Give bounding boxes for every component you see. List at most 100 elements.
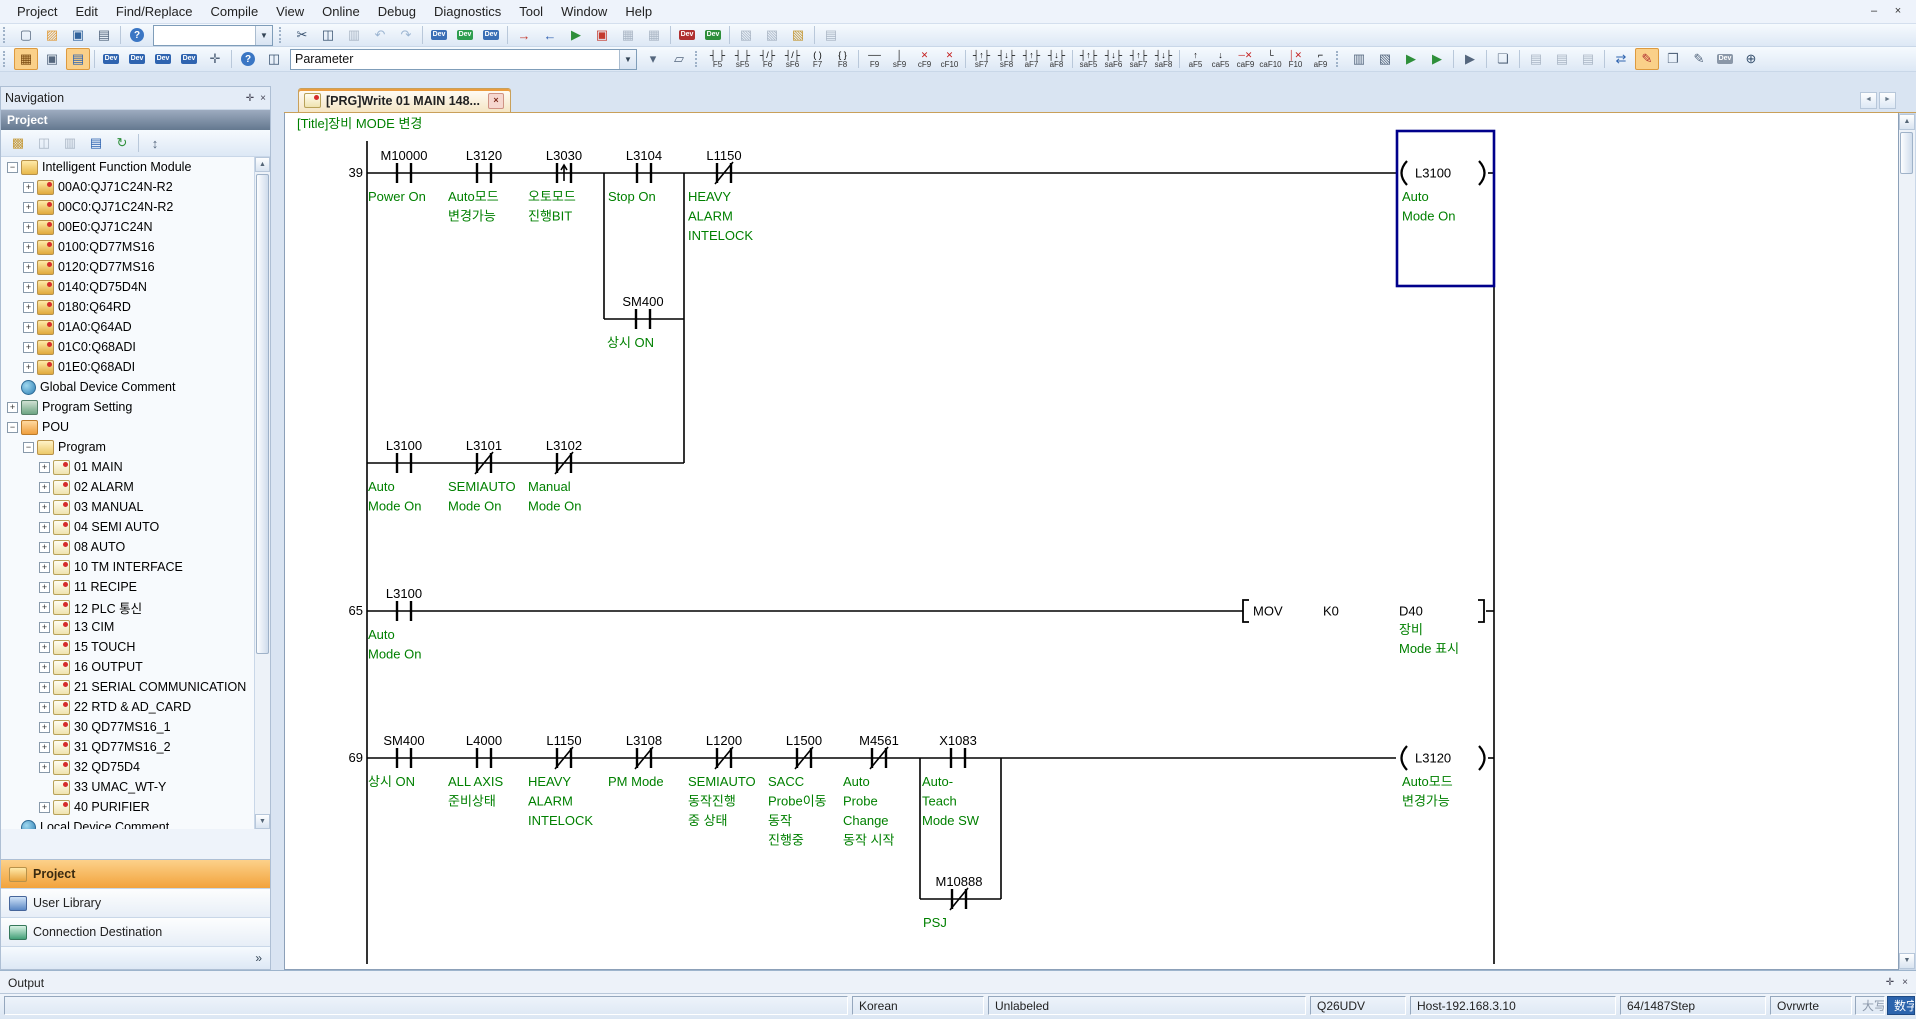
- new-project-icon[interactable]: ▢: [14, 24, 38, 46]
- menu-diagnostics[interactable]: Diagnostics: [425, 1, 510, 22]
- scroll-up-icon[interactable]: ▲: [255, 157, 270, 172]
- expand-icon[interactable]: +: [23, 342, 34, 353]
- ladder-canvas[interactable]: [Title]장비 MODE 변경396569M10000Power OnL31…: [284, 113, 1899, 970]
- open-project-icon[interactable]: ▨: [40, 24, 64, 46]
- cross-reference-icon[interactable]: ✛: [203, 48, 227, 70]
- expand-icon[interactable]: +: [39, 762, 50, 773]
- expand-icon[interactable]: +: [39, 742, 50, 753]
- doc-gen1-icon[interactable]: ▤: [1524, 48, 1548, 70]
- menu-project[interactable]: Project: [8, 1, 66, 22]
- ladder-symbol-F6-button[interactable]: ┤/├F6: [755, 47, 780, 72]
- quick-access-combobox[interactable]: ▼: [153, 25, 273, 46]
- read-from-plc-icon[interactable]: ←: [538, 24, 562, 46]
- tree-item-01-main[interactable]: +01 MAIN: [1, 457, 270, 477]
- menu-find-replace[interactable]: Find/Replace: [107, 1, 202, 22]
- ladder-symbol-sF7-button[interactable]: ┤↑├sF7: [969, 47, 994, 72]
- pin-icon[interactable]: ✛: [1886, 977, 1894, 988]
- tree-item-21-serial-communication[interactable]: +21 SERIAL COMMUNICATION: [1, 677, 270, 697]
- tree-item-22-rtd-ad-card[interactable]: +22 RTD & AD_CARD: [1, 697, 270, 717]
- tree-scrollbar[interactable]: ▲ ▼: [254, 157, 270, 829]
- monitor-start-icon[interactable]: ▶: [564, 24, 588, 46]
- cut-icon[interactable]: ✂: [290, 24, 314, 46]
- tree-item-01e0-q68adi[interactable]: +01E0:Q68ADI: [1, 357, 270, 377]
- help-icon[interactable]: ?: [125, 24, 149, 46]
- device-monitor-icon[interactable]: Dev: [453, 24, 477, 46]
- expand-icon[interactable]: +: [39, 722, 50, 733]
- tree-item-31-qd77ms16-2[interactable]: +31 QD77MS16_2: [1, 737, 270, 757]
- device-test2-icon[interactable]: Dev: [151, 48, 175, 70]
- tree-item-global-device-comment[interactable]: Global Device Comment: [1, 377, 270, 397]
- refresh-icon[interactable]: ↻: [110, 132, 134, 154]
- ladder-symbol-F7-button[interactable]: ( )F7: [805, 47, 830, 72]
- find-icon[interactable]: ◫: [262, 48, 286, 70]
- close-window-icon[interactable]: ×: [1888, 4, 1908, 20]
- tree-item-12-plc-통신[interactable]: +12 PLC 통신: [1, 597, 270, 617]
- copy-ladder-icon[interactable]: ❐: [1661, 48, 1685, 70]
- doc-gen2-icon[interactable]: ▤: [1550, 48, 1574, 70]
- copy-icon[interactable]: ◫: [316, 24, 340, 46]
- scroll-up-icon[interactable]: ▲: [1899, 114, 1915, 130]
- chevron-down-icon[interactable]: ▼: [255, 26, 272, 45]
- collapse-icon[interactable]: −: [23, 442, 34, 453]
- monitor-stop-icon[interactable]: ▣: [590, 24, 614, 46]
- doc-gen3-icon[interactable]: ▤: [1576, 48, 1600, 70]
- expand-icon[interactable]: +: [39, 502, 50, 513]
- tree-item-13-cim[interactable]: +13 CIM: [1, 617, 270, 637]
- save-project-icon[interactable]: ▣: [66, 24, 90, 46]
- tree-item-00a0-qj71c24n-r2[interactable]: +00A0:QJ71C24N-R2: [1, 177, 270, 197]
- element-selection-icon[interactable]: ▣: [40, 48, 64, 70]
- tab-close-icon[interactable]: ×: [488, 93, 504, 109]
- ladder-symbol-F10-button[interactable]: │✕F10: [1283, 47, 1308, 72]
- ladder-symbol-saF7-button[interactable]: ┤↑├saF7: [1126, 47, 1151, 72]
- balloon-comment-icon[interactable]: ❏: [1491, 48, 1515, 70]
- ladder-symbol-sF6-button[interactable]: ┤/├sF6: [780, 47, 805, 72]
- collapse-icon[interactable]: −: [7, 422, 18, 433]
- redo-icon[interactable]: ↷: [394, 24, 418, 46]
- tree-item-04-semi-auto[interactable]: +04 SEMI AUTO: [1, 517, 270, 537]
- nav-view-project[interactable]: Project: [1, 860, 270, 889]
- ladder-symbol-sF8-button[interactable]: ┤↓├sF8: [994, 47, 1019, 72]
- device-monitor2-icon[interactable]: Dev: [125, 48, 149, 70]
- chevron-down-icon[interactable]: ▼: [619, 50, 636, 69]
- nav-view-user-library[interactable]: User Library: [1, 889, 270, 918]
- ladder-symbol-saF6-button[interactable]: ┤↓├saF6: [1101, 47, 1126, 72]
- tree-item-program[interactable]: −Program: [1, 437, 270, 457]
- help2-icon[interactable]: ?: [236, 48, 260, 70]
- tree-item-16-output[interactable]: +16 OUTPUT: [1, 657, 270, 677]
- expand-icon[interactable]: +: [39, 562, 50, 573]
- find-detail-icon[interactable]: ▾: [641, 48, 665, 70]
- menu-edit[interactable]: Edit: [66, 1, 106, 22]
- tree-item-30-qd77ms16-1[interactable]: +30 QD77MS16_1: [1, 717, 270, 737]
- output-window-toggle-icon[interactable]: ▤: [66, 48, 90, 70]
- ladder-symbol-caF10-button[interactable]: └caF10: [1258, 47, 1283, 72]
- document-tab[interactable]: [PRG]Write 01 MAIN 148... ×: [298, 88, 511, 112]
- copy-data-icon[interactable]: ◫: [32, 132, 56, 154]
- close-icon[interactable]: ×: [260, 93, 266, 104]
- device-batch-monitor-icon[interactable]: Dev: [479, 24, 503, 46]
- page-setting-icon[interactable]: ▱: [667, 48, 691, 70]
- monitor-pause-icon[interactable]: ▦: [616, 24, 640, 46]
- tree-item-15-touch[interactable]: +15 TOUCH: [1, 637, 270, 657]
- expand-icon[interactable]: +: [39, 602, 50, 613]
- write-mode-icon[interactable]: ✎: [1635, 48, 1659, 70]
- expand-icon[interactable]: +: [39, 682, 50, 693]
- collapse-icon[interactable]: −: [7, 162, 18, 173]
- tree-item-00c0-qj71c24n-r2[interactable]: +00C0:QJ71C24N-R2: [1, 197, 270, 217]
- expand-icon[interactable]: +: [39, 642, 50, 653]
- ladder-symbol-sF9-button[interactable]: │sF9: [887, 47, 912, 72]
- scroll-down-icon[interactable]: ▼: [1899, 953, 1915, 969]
- tree-item-0100-qd77ms16[interactable]: +0100:QD77MS16: [1, 237, 270, 257]
- ladder-symbol-F8-button[interactable]: { }F8: [830, 47, 855, 72]
- tree-item-03-manual[interactable]: +03 MANUAL: [1, 497, 270, 517]
- menu-compile[interactable]: Compile: [201, 1, 267, 22]
- tree-item-40-purifier[interactable]: +40 PURIFIER: [1, 797, 270, 817]
- tree-item-32-qd75d4[interactable]: +32 QD75D4: [1, 757, 270, 777]
- tree-item-08-auto[interactable]: +08 AUTO: [1, 537, 270, 557]
- navigation-chevron[interactable]: »: [1, 947, 270, 969]
- tree-item-10-tm-interface[interactable]: +10 TM INTERFACE: [1, 557, 270, 577]
- display-setting-icon[interactable]: ▤: [819, 24, 843, 46]
- tab-scroll-left-icon[interactable]: ◄: [1860, 92, 1877, 109]
- ladder-symbol-F9-button[interactable]: ──F9: [862, 47, 887, 72]
- panel-splitter[interactable]: [271, 86, 284, 970]
- device-display-dropdown-icon[interactable]: Dev: [177, 48, 201, 70]
